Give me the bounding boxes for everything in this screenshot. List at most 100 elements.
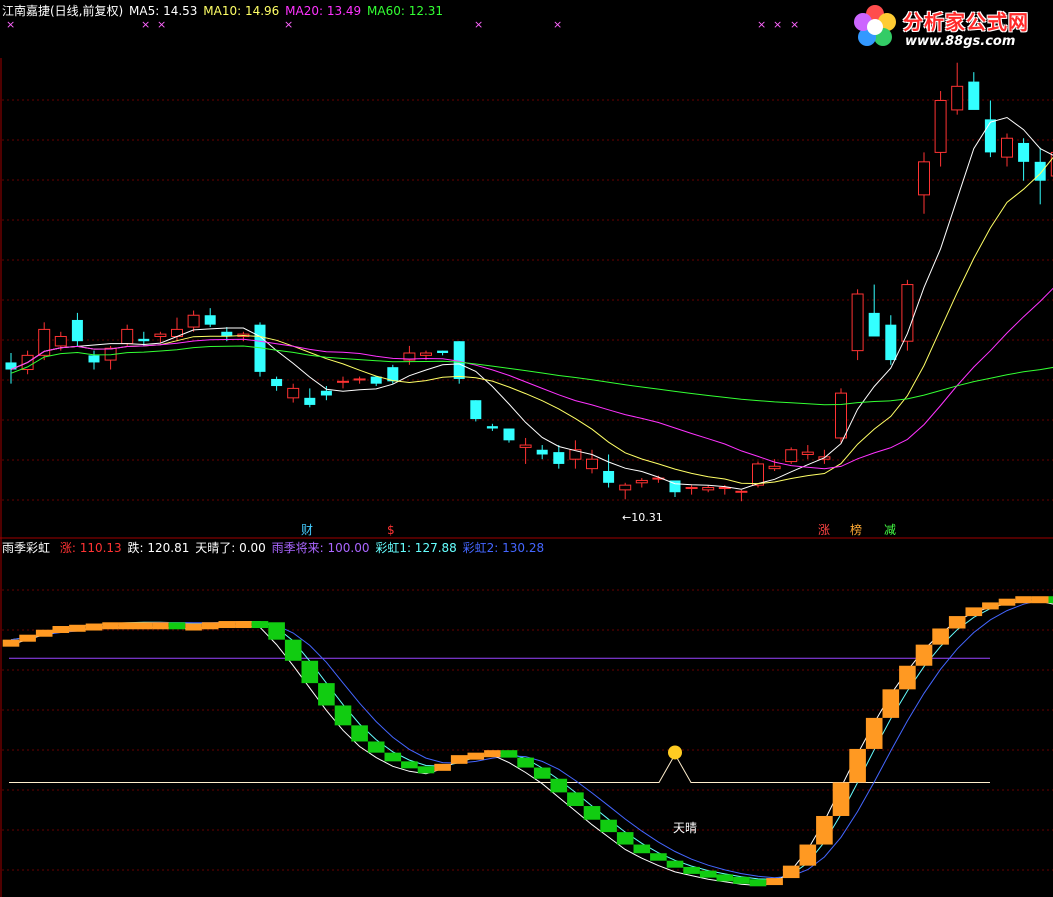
candle-body: [121, 328, 134, 345]
candle-body: [370, 376, 382, 384]
indicator-sunny: 天晴了: 0.00: [195, 541, 266, 555]
candle-body: [271, 378, 283, 387]
rainbow-step: [550, 778, 568, 793]
candle-body: [204, 315, 216, 325]
rainbow-step: [816, 815, 833, 845]
rainbow-step: [882, 689, 900, 718]
grid-lines: [0, 58, 1053, 897]
rainbow-step: [218, 621, 236, 629]
candle-body: [934, 99, 947, 153]
indicator-rainy: 雨季将来: 100.00: [271, 541, 370, 555]
rainbow-step: [384, 752, 402, 762]
signal-mark: ×: [553, 18, 563, 31]
rainbow-step: [52, 626, 70, 634]
rainbow-step: [19, 634, 36, 642]
rainbow-step: [733, 876, 750, 884]
marker-dollar: $: [387, 523, 395, 537]
candle-body: [453, 341, 465, 379]
rainbow-step: [948, 616, 966, 629]
rainbow-step: [832, 782, 850, 816]
signal-mark: ×: [141, 18, 151, 31]
rainbow-step: [716, 874, 734, 882]
rainbow-step: [915, 644, 933, 666]
rainbow-step: [135, 622, 153, 630]
candle-body: [635, 479, 648, 484]
logo-title: 分析家公式网: [903, 10, 1029, 34]
rainbow-step: [583, 806, 601, 820]
indicator-rainbow2: 彩虹2: 130.28: [462, 541, 545, 555]
rainbow-step: [998, 598, 1016, 606]
rainbow-step: [1031, 596, 1049, 604]
candle-body: [337, 380, 349, 383]
rainbow-step: [633, 844, 651, 854]
marker-bang: 榜: [850, 523, 863, 537]
candle-body: [320, 390, 332, 396]
rainbow-step: [301, 660, 319, 684]
rainbow-step: [517, 757, 534, 768]
indicator-name: 雨季彩虹: [2, 541, 51, 555]
candle-body: [54, 335, 67, 347]
candle-body: [603, 471, 615, 483]
candle-body: [304, 397, 316, 405]
rainbow-step: [683, 866, 700, 874]
candle-body: [868, 312, 880, 337]
ma-line-ma10: [10, 156, 1053, 485]
rainbow-step: [168, 622, 186, 630]
candle-body: [768, 465, 781, 470]
rainbow-step: [318, 683, 335, 706]
ma-line-ma20: [10, 287, 1053, 470]
candle-body: [735, 490, 748, 493]
indicator-fall: 跌: 120.81: [127, 541, 190, 555]
signal-mark: ×: [284, 18, 294, 31]
candle-body: [752, 463, 764, 486]
candle-body: [470, 400, 482, 420]
rainbow-step: [666, 860, 684, 868]
rainbow-step: [251, 621, 269, 629]
rainbow-step: [401, 761, 418, 769]
candle-body: [918, 161, 930, 196]
rainbow-step: [268, 622, 285, 640]
candles-group: [5, 62, 1053, 502]
rainbow-step: [118, 622, 136, 630]
fall-line: [10, 600, 1053, 887]
rainbow-step: [417, 766, 435, 774]
logo: 分析家公式网 www.88gs.com: [849, 2, 1049, 54]
indicator-group: [2, 596, 1053, 887]
candle-body: [88, 355, 100, 363]
candle-body: [619, 484, 632, 491]
top-panel-header: 江南嘉捷(日线,前复权) MA5: 14.53 MA10: 14.96 MA20…: [2, 4, 443, 18]
rainbow-step: [699, 870, 717, 878]
stock-name: 江南嘉捷(日线,前复权): [2, 4, 124, 18]
candle-body: [486, 426, 498, 429]
rainbow-step: [766, 878, 783, 886]
signal-mark: ×: [6, 18, 16, 31]
rainbow-step: [932, 628, 949, 645]
rainbow-step: [616, 832, 634, 845]
rainbow-step: [650, 853, 667, 861]
rainbow-step: [899, 665, 916, 690]
rainbow-step: [500, 750, 518, 758]
rainbow-step: [782, 865, 800, 879]
ma-line-ma5: [10, 116, 1053, 490]
candle-body: [187, 314, 200, 328]
rainbow1-line: [10, 596, 1053, 880]
bottom-panel-header: 雨季彩虹 涨: 110.13 跌: 120.81 天晴了: 0.00 雨季将来:…: [2, 541, 544, 555]
rainbow-step: [849, 748, 866, 783]
marker-cai: 财: [301, 523, 314, 537]
candle-body: [851, 293, 864, 352]
rainbow-step: [351, 725, 368, 742]
rainbow-step: [334, 705, 352, 726]
rainbow-step: [69, 624, 86, 632]
ma20-value: MA20: 13.49: [285, 4, 362, 18]
candle-body: [503, 428, 515, 441]
rainbow-step: [865, 717, 883, 749]
candle-body: [984, 119, 996, 153]
candle-body: [785, 449, 798, 463]
candle-body: [885, 324, 897, 361]
sunny-label: 天晴: [673, 821, 698, 835]
low-price-label: ←10.31: [622, 511, 663, 524]
signal-mark: ×: [790, 18, 800, 31]
rainbow-step: [1048, 596, 1053, 604]
rainbow-step: [567, 792, 584, 807]
ma10-value: MA10: 14.96: [203, 4, 280, 18]
